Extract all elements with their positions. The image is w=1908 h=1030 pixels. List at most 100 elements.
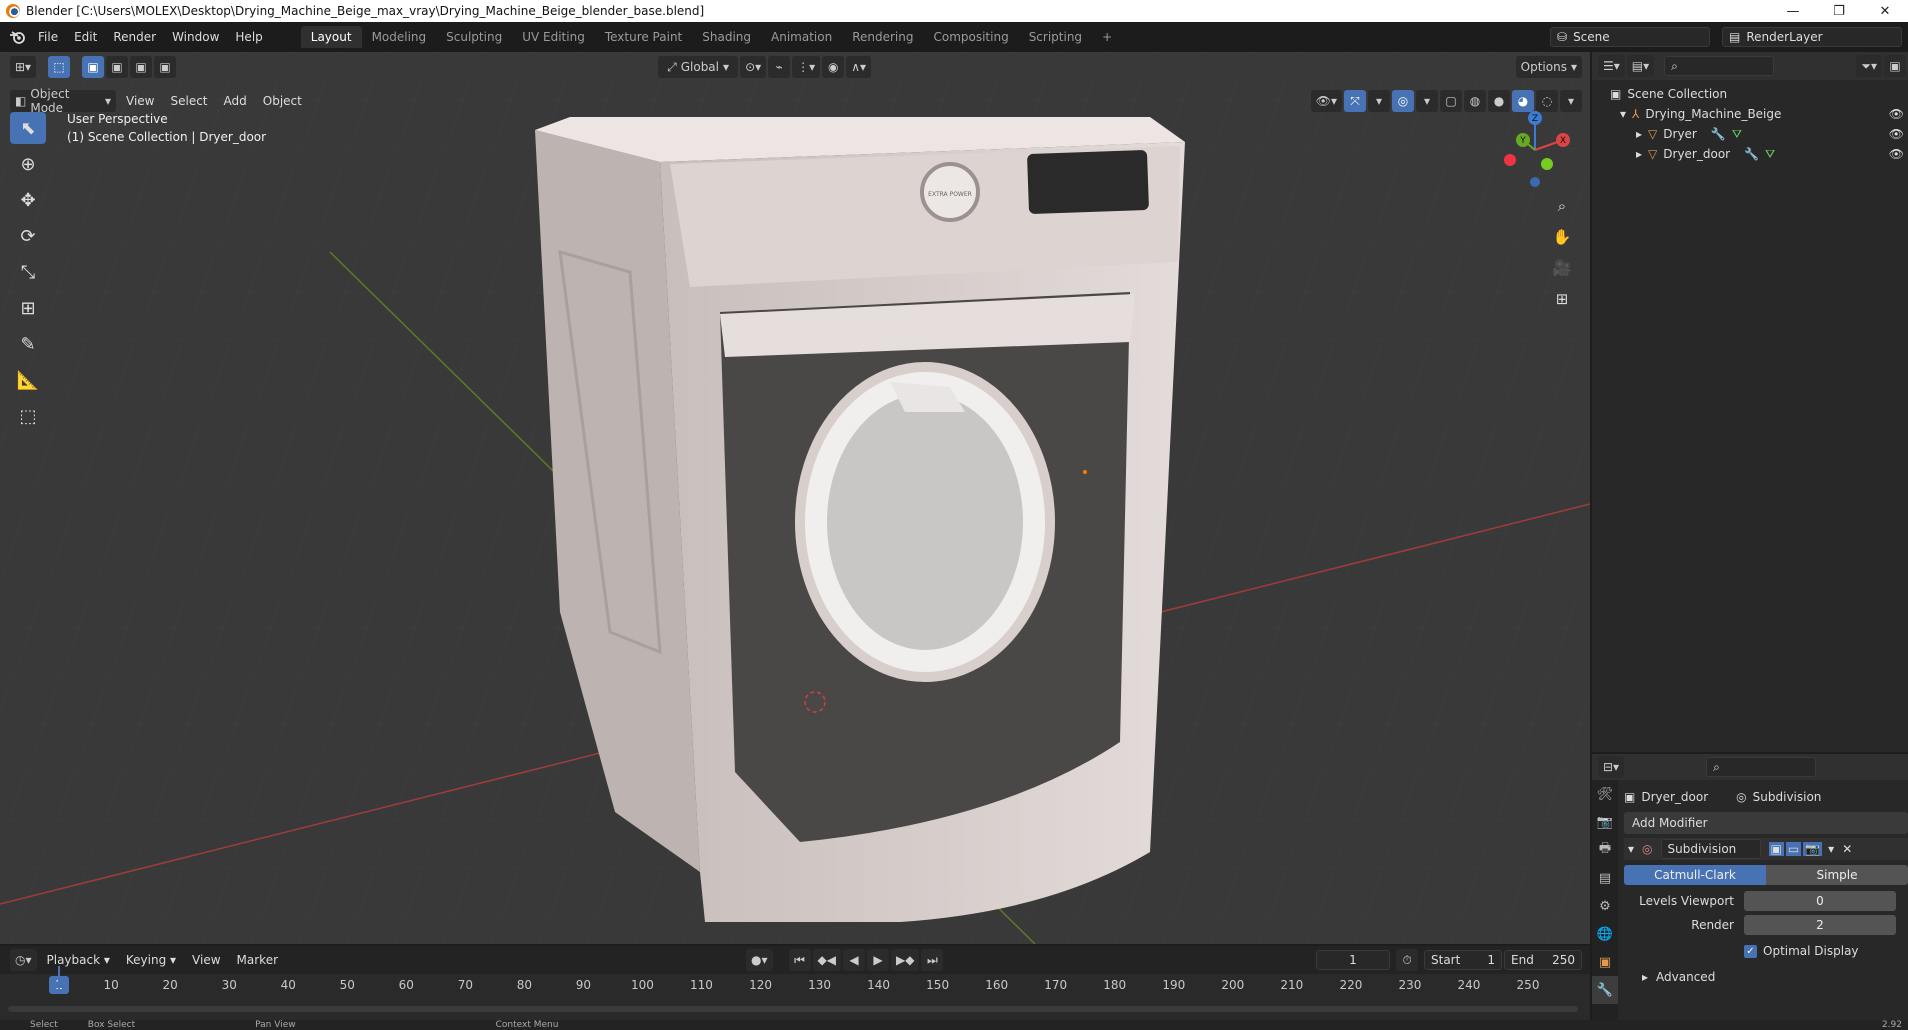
play-reverse-icon[interactable]: ◀: [842, 949, 865, 971]
timeline-menu-marker[interactable]: Marker: [229, 949, 286, 971]
overlays-dropdown-icon[interactable]: ▾: [1416, 90, 1438, 112]
viewport-menu-object[interactable]: Object: [255, 90, 310, 112]
cursor-tool-icon[interactable]: ⊕: [10, 148, 46, 180]
tab-animation[interactable]: Animation: [761, 26, 842, 48]
optimal-display-checkbox[interactable]: ✓: [1744, 944, 1757, 958]
render-layer-selector[interactable]: ▤ RenderLayer: [1722, 27, 1902, 47]
timeline-menu-keying[interactable]: Keying ▾: [118, 949, 184, 971]
select-new-icon[interactable]: ▣: [82, 56, 105, 78]
tab-modeling[interactable]: Modeling: [362, 26, 437, 48]
select-mode-icon[interactable]: ⬚: [48, 56, 71, 78]
modifier-menu-icon[interactable]: ▾: [1828, 842, 1834, 856]
tab-sculpting[interactable]: Sculpting: [436, 26, 512, 48]
render-levels-field[interactable]: 2: [1744, 915, 1896, 935]
snap-target-icon[interactable]: ⋮▾: [792, 56, 821, 78]
measure-tool-icon[interactable]: 📐: [10, 364, 46, 396]
outliner-item-drying-machine[interactable]: ▾ ⅄ Drying_Machine_Beige 👁: [1592, 104, 1908, 124]
jump-start-icon[interactable]: ⏮: [788, 949, 811, 971]
shading-dropdown-icon[interactable]: ▾: [1560, 90, 1582, 112]
editor-type-icon[interactable]: ⊞▾: [10, 56, 37, 78]
tab-texture-paint[interactable]: Texture Paint: [595, 26, 692, 48]
start-frame-field[interactable]: Start 1: [1424, 950, 1502, 970]
camera-view-icon[interactable]: 🎥: [1548, 254, 1576, 282]
eye-icon[interactable]: 👁: [1889, 107, 1904, 121]
tool-tab-icon[interactable]: 🛠: [1592, 780, 1618, 808]
outliner-editor-icon[interactable]: ☰▾: [1598, 55, 1625, 77]
expand-arrow-icon[interactable]: ▸: [1636, 127, 1642, 141]
render-toggle-icon[interactable]: 📷: [1803, 842, 1823, 856]
jump-keyframe-back-icon[interactable]: ◆◀: [812, 949, 841, 971]
add-workspace-button[interactable]: +: [1092, 26, 1122, 48]
tab-uv-editing[interactable]: UV Editing: [512, 26, 595, 48]
expand-arrow-icon[interactable]: ▸: [1636, 147, 1642, 161]
expand-arrow-icon[interactable]: ▾: [1620, 107, 1626, 121]
timeline-menu-view[interactable]: View: [184, 949, 228, 971]
rendered-shading-icon[interactable]: ◌: [1536, 90, 1558, 112]
select-box-tool-icon[interactable]: ⬉: [10, 112, 46, 144]
menu-edit[interactable]: Edit: [66, 26, 105, 48]
menu-render[interactable]: Render: [105, 26, 164, 48]
snap-icon[interactable]: ⌁: [768, 56, 791, 78]
select-subtract-icon[interactable]: ▣: [130, 56, 153, 78]
menu-window[interactable]: Window: [164, 26, 227, 48]
current-frame-field[interactable]: 1: [1316, 950, 1390, 970]
timeline-ruler[interactable]: 10 20 30 40 50 60 70 80 90 100 110 120 130 140 150 160 1…: [0, 974, 1590, 998]
material-shading-icon[interactable]: ◕: [1512, 90, 1534, 112]
zoom-icon[interactable]: ⌕: [1548, 192, 1576, 220]
jump-keyframe-forward-icon[interactable]: ▶◆: [890, 949, 920, 971]
pivot-point-icon[interactable]: ⊙▾: [740, 56, 767, 78]
timeline-scrollbar[interactable]: [8, 1006, 1578, 1012]
menu-help[interactable]: Help: [227, 26, 270, 48]
falloff-icon[interactable]: ∧▾: [846, 56, 871, 78]
select-intersect-icon[interactable]: ▣: [154, 56, 177, 78]
levels-viewport-field[interactable]: 0: [1744, 891, 1896, 911]
properties-editor-icon[interactable]: ⊟▾: [1598, 756, 1625, 778]
tab-rendering[interactable]: Rendering: [842, 26, 923, 48]
ortho-grid-icon[interactable]: ⊞: [1548, 285, 1576, 313]
solid-shading-icon[interactable]: ●: [1488, 90, 1510, 112]
select-extend-icon[interactable]: ▣: [106, 56, 129, 78]
new-collection-icon[interactable]: ▣: [1884, 55, 1906, 77]
advanced-subpanel[interactable]: ▸ Advanced: [1624, 966, 1908, 988]
move-tool-icon[interactable]: ✥: [10, 184, 46, 216]
scale-tool-icon[interactable]: ⤡: [10, 256, 46, 288]
view-layer-tab-icon[interactable]: ▤: [1592, 864, 1618, 892]
collapse-arrow-icon[interactable]: ▾: [1628, 842, 1634, 856]
display-mode-icon[interactable]: ▤▾: [1626, 55, 1655, 77]
xray-toggle-icon[interactable]: ▢: [1440, 90, 1462, 112]
viewport-menu-add[interactable]: Add: [216, 90, 255, 112]
modifier-panel-header[interactable]: ▾ ◎ Subdivision ▣ ▭ 📷 ▾ ✕: [1624, 838, 1908, 860]
3d-viewport[interactable]: EXTRA POWER ⊞▾ ⬚ ▣ ▣ ▣ ▣ ⤢ Global ▾ ⊙▾ ⌁…: [0, 52, 1590, 944]
close-button[interactable]: ✕: [1862, 0, 1908, 22]
tab-scripting[interactable]: Scripting: [1019, 26, 1092, 48]
transform-tool-icon[interactable]: ⊞: [10, 292, 46, 324]
tab-compositing[interactable]: Compositing: [923, 26, 1018, 48]
play-icon[interactable]: ▶: [866, 949, 889, 971]
properties-search-input[interactable]: ⌕: [1706, 757, 1817, 777]
modifier-tab-icon[interactable]: 🔧: [1592, 976, 1618, 1004]
output-tab-icon[interactable]: 🖶: [1592, 836, 1618, 864]
outliner-item-dryer-door[interactable]: ▸ ▽ Dryer_door 🔧 ⛛ 👁: [1592, 144, 1908, 164]
wireframe-shading-icon[interactable]: ◍: [1464, 90, 1486, 112]
visibility-icon[interactable]: 👁▾: [1310, 90, 1342, 112]
gizmo-toggle-icon[interactable]: ⤧: [1344, 90, 1366, 112]
viewport-toggle-icon[interactable]: ▭: [1785, 842, 1802, 856]
timeline-editor-icon[interactable]: ◷▾: [10, 949, 37, 971]
tab-shading[interactable]: Shading: [692, 26, 761, 48]
mode-dropdown[interactable]: ◧ Object Mode ▾: [10, 87, 116, 115]
filter-icon[interactable]: ⏷▾: [1856, 55, 1882, 77]
render-tab-icon[interactable]: 📷: [1592, 808, 1618, 836]
scene-selector[interactable]: ⛁ Scene: [1550, 27, 1710, 47]
modifier-name-field[interactable]: Subdivision: [1660, 839, 1761, 859]
annotate-tool-icon[interactable]: ✎: [10, 328, 46, 360]
blender-menu-icon[interactable]: [4, 26, 30, 48]
simple-button[interactable]: Simple: [1766, 865, 1908, 885]
viewport-menu-view[interactable]: View: [118, 90, 162, 112]
menu-file[interactable]: File: [30, 26, 66, 48]
add-modifier-dropdown[interactable]: Add Modifier: [1624, 812, 1908, 834]
restore-button[interactable]: ❐: [1816, 0, 1862, 22]
end-frame-field[interactable]: End 250: [1504, 950, 1582, 970]
rotate-tool-icon[interactable]: ⟳: [10, 220, 46, 252]
outliner-item-scene-collection[interactable]: ▣ Scene Collection: [1592, 84, 1908, 104]
pan-hand-icon[interactable]: ✋: [1548, 223, 1576, 251]
